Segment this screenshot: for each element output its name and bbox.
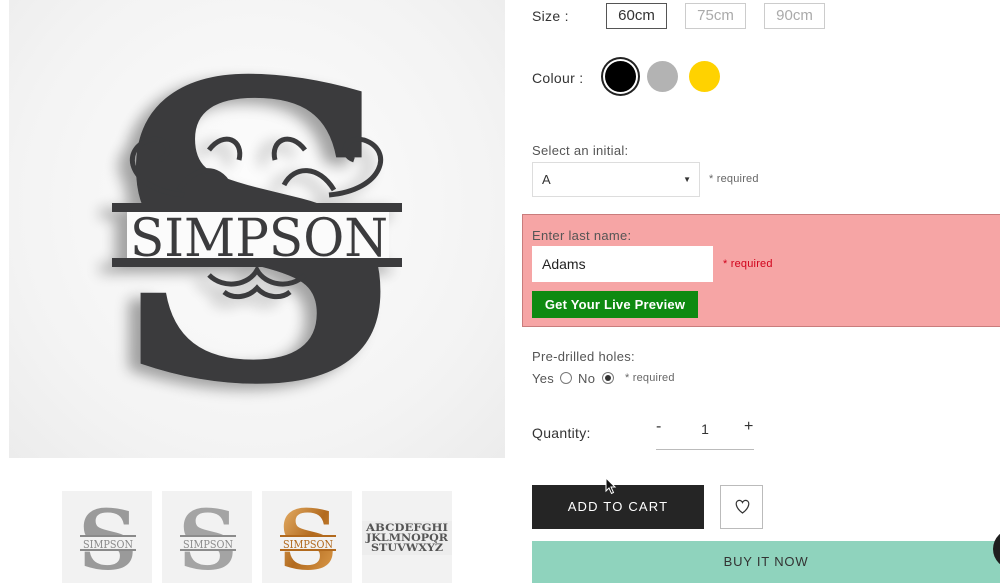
size-option-90cm[interactable]: 90cm [764,3,825,29]
last-name-label: Enter last name: [532,228,632,243]
svg-text:SIMPSON: SIMPSON [83,538,133,551]
initial-select-value: A [542,172,551,187]
thumbnail-silver[interactable]: S SIMPSON [62,491,152,583]
initial-label: Select an initial: [532,143,629,158]
holes-yes-radio[interactable] [560,372,572,384]
size-option-75cm[interactable]: 75cm [685,3,746,29]
last-name-required-note: * required [723,258,773,270]
monogram-name: SIMPSON [130,209,388,269]
chevron-down-icon: ▼ [683,175,691,184]
quantity-decrement-button[interactable]: - [656,418,661,436]
thumbnail-strip: S SIMPSON S SIMPSON S [62,491,462,583]
thumbnail-alphabet[interactable]: ABCDEFGHI JKLMNOPQR STUVWXYZ [362,491,452,583]
wishlist-button[interactable] [720,485,763,529]
monogram-artwork: S SIMPSON [109,0,405,458]
colour-swatch-gold[interactable] [689,61,720,92]
quantity-underline [656,449,754,450]
colour-swatch-silver[interactable] [647,61,678,92]
holes-no-label: No [578,371,596,386]
size-label: Size : [532,8,569,24]
thumbnail-steel[interactable]: S SIMPSON [162,491,252,583]
svg-text:SIMPSON: SIMPSON [283,538,333,551]
quantity-label: Quantity: [532,425,591,441]
initial-select[interactable]: A ▼ [532,162,700,197]
last-name-input[interactable] [532,246,713,282]
svg-text:SIMPSON: SIMPSON [183,538,233,551]
colour-swatch-black[interactable] [605,61,636,92]
main-product-image[interactable]: S SIMPSON [9,0,505,458]
holes-required-note: * required [625,372,675,384]
add-to-cart-button[interactable]: ADD TO CART [532,485,704,529]
colour-label: Colour : [532,70,584,86]
mouse-cursor-icon [605,477,617,495]
svg-text:STUVWXYZ: STUVWXYZ [371,543,443,554]
thumbnail-copper[interactable]: S SIMPSON [262,491,352,583]
quantity-increment-button[interactable]: + [744,418,753,436]
quantity-value[interactable]: 1 [697,421,713,437]
size-option-60cm[interactable]: 60cm [606,3,667,29]
holes-yes-label: Yes [532,371,555,386]
buy-it-now-button[interactable]: BUY IT NOW [532,541,1000,583]
initial-required-note: * required [709,173,759,185]
heart-icon [735,499,750,514]
holes-no-radio[interactable] [602,372,614,384]
holes-label: Pre-drilled holes: [532,349,635,364]
live-preview-button[interactable]: Get Your Live Preview [532,291,698,318]
